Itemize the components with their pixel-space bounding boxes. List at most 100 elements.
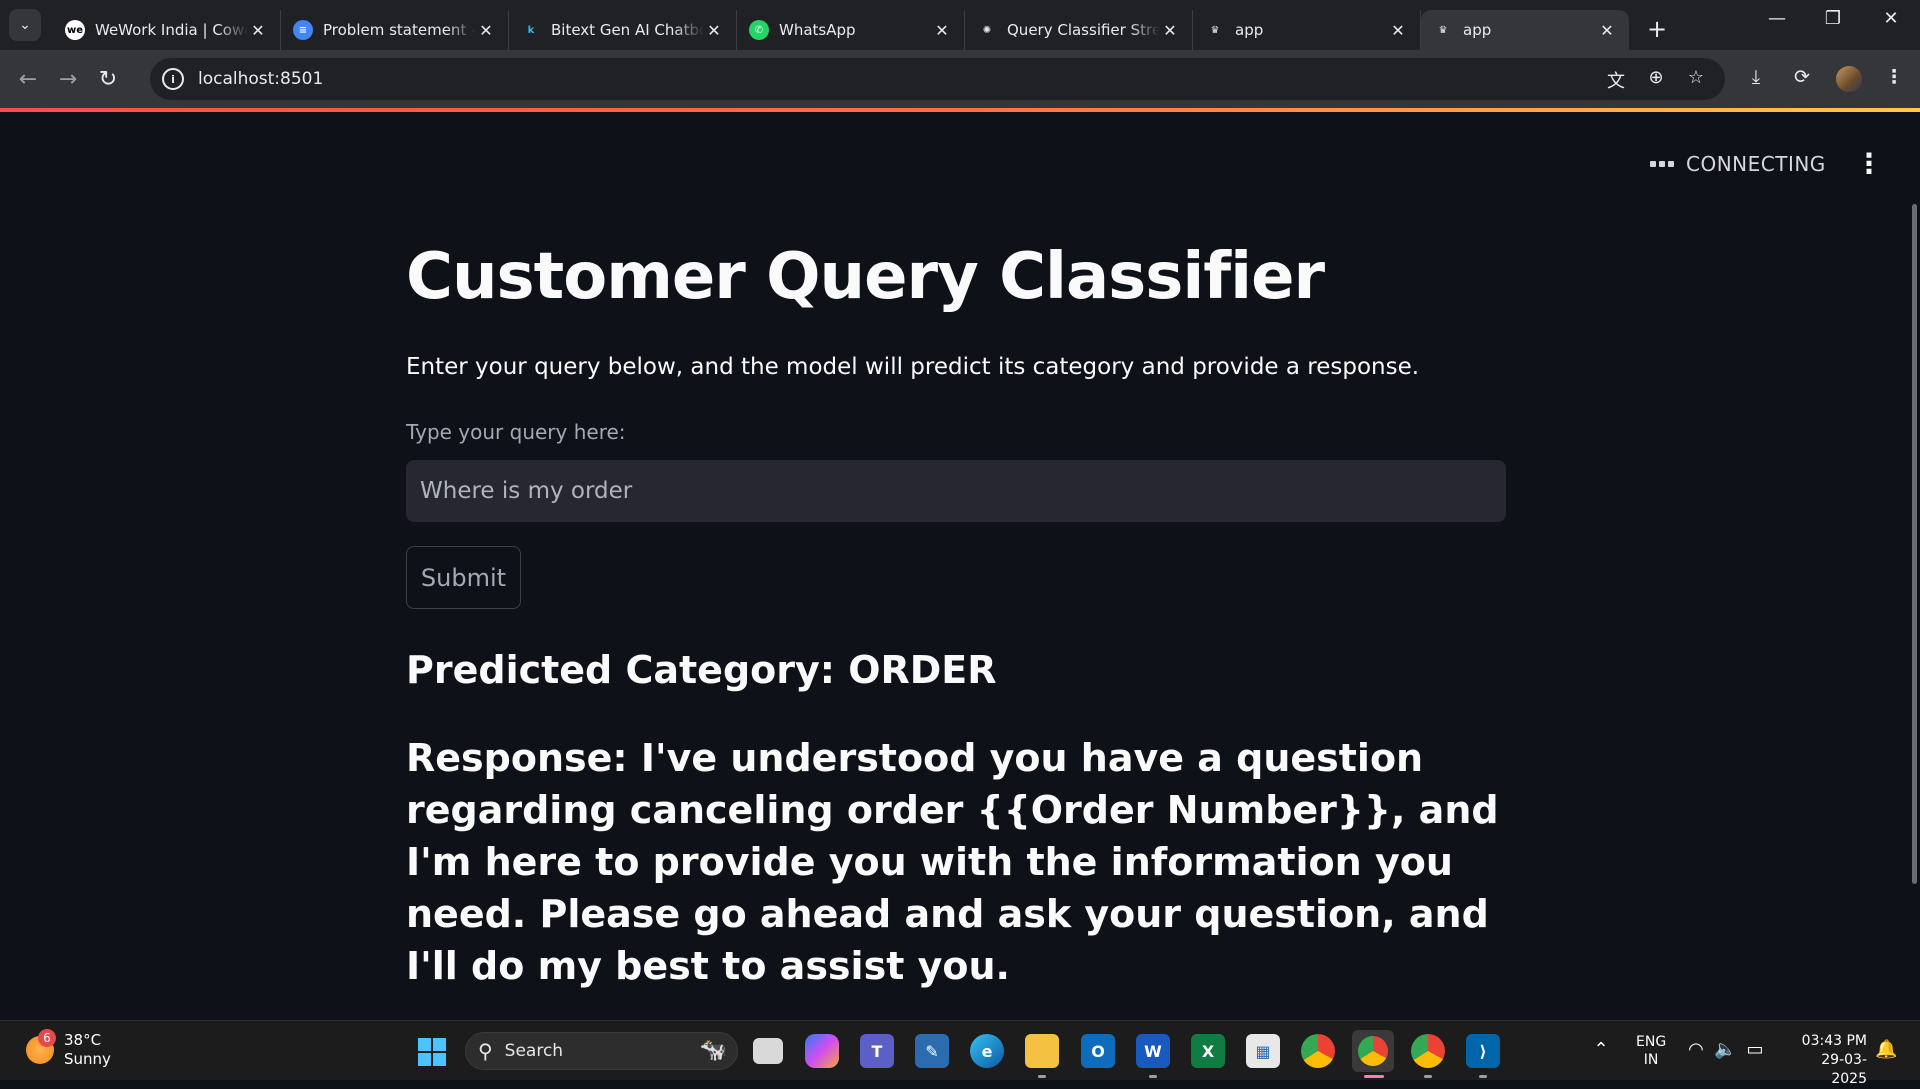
file-explorer-icon[interactable] [1025,1034,1059,1068]
input-language[interactable]: ENG IN [1636,1033,1666,1069]
taskbar-search-label: Search [504,1041,564,1061]
word-icon[interactable]: W [1136,1034,1170,1068]
tab-close-icon[interactable]: ✕ [1388,21,1408,40]
tab-close-icon[interactable]: ✕ [704,21,724,40]
tab-search-button[interactable]: ⌄ [9,9,41,41]
site-info-icon[interactable]: i [162,68,184,90]
browser-tab[interactable]: ✆ WhatsApp ✕ [737,10,965,50]
copilot-icon[interactable] [805,1034,839,1068]
start-button[interactable] [418,1038,446,1066]
volume-icon[interactable]: 🔈 [1714,1039,1736,1060]
more-options-icon[interactable]: ⋮ [1880,66,1908,88]
chevron-down-icon: ⌄ [19,17,31,33]
region-code: IN [1643,1052,1659,1068]
forward-button[interactable]: → [48,67,88,92]
browser-tab[interactable]: we WeWork India | Cowo ✕ [53,10,281,50]
battery-icon[interactable]: ▭ [1744,1039,1766,1060]
chevron-up-icon[interactable]: ⌃ [1590,1039,1612,1060]
extensions-icon[interactable]: ⟳ [1788,66,1816,88]
weather-badge: 6 [38,1029,56,1047]
minimize-icon: — [1768,8,1786,29]
zoom-icon[interactable]: ⊕ [1644,67,1668,88]
vscode-running-indicator [1479,1075,1487,1078]
streamlit-crown-icon: ♛ [1205,20,1225,40]
chrome-profile-icon [1358,1036,1388,1066]
teams-icon[interactable]: T [860,1034,894,1068]
excel-icon[interactable]: X [1191,1034,1225,1068]
file-explorer-running-indicator [1038,1075,1046,1078]
active-app-indicator [1364,1075,1384,1078]
predicted-category: Predicted Category: ORDER [406,648,997,692]
model-response: Response: I've understood you have a que… [406,736,1499,988]
microsoft-store-icon[interactable]: ▦ [1246,1034,1280,1068]
browser-tab[interactable]: ♛ app ✕ [1421,10,1629,50]
system-clock[interactable]: 03:43 PM 29-03-2025 [1787,1032,1867,1089]
plus-icon: + [1646,15,1668,43]
status-dots-icon [1650,161,1674,167]
kebab-menu-icon: ⋮ [1855,147,1883,180]
openai-icon: ✺ [977,20,997,40]
browser-tab-strip: ⌄ we WeWork India | Cowo ✕ ≡ Problem stateme… [0,0,1920,50]
chrome-profile-active-button[interactable] [1352,1030,1394,1072]
tab-title: app [1235,21,1264,39]
tab-close-icon[interactable]: ✕ [1597,21,1617,40]
browser-tab[interactable]: ≡ Problem statement - ✕ [281,10,509,50]
browser-tab[interactable]: k Bitext Gen AI Chatbo ✕ [509,10,737,50]
whatsapp-icon: ✆ [749,20,769,40]
close-window-button[interactable]: ✕ [1868,8,1914,29]
new-tab-button[interactable]: + [1643,15,1671,43]
sun-icon: 6 [26,1029,56,1064]
browser-tab[interactable]: ✺ Query Classifier Strea ✕ [965,10,1193,50]
page-description: Enter your query below, and the model wi… [406,354,1420,380]
notes-app-icon[interactable]: ✎ [915,1034,949,1068]
weather-text: 38°C Sunny [64,1031,111,1069]
download-icon[interactable]: ⤓ [1742,66,1770,88]
tab-title: Query Classifier Strea [1007,21,1160,39]
browser-toolbar: ← → ↻ i localhost:8501 文 ⊕ ☆ ⤓ ⟳ ⋮ [0,50,1920,108]
chrome-second-running-indicator [1424,1075,1432,1078]
word-running-indicator [1149,1075,1157,1078]
google-docs-icon: ≡ [293,20,313,40]
app-view: CONNECTING ⋮ Customer Query Classifier E… [0,112,1920,1020]
clock-time: 03:43 PM [1801,1033,1867,1049]
query-input[interactable] [406,460,1506,522]
submit-button[interactable]: Submit [406,546,521,609]
close-icon: ✕ [1883,8,1899,29]
address-bar[interactable]: i localhost:8501 文 ⊕ ☆ [150,58,1725,100]
outlook-icon[interactable]: O [1081,1034,1115,1068]
search-icon: ⚲ [478,1039,493,1063]
restore-icon: ❐ [1824,8,1842,29]
weather-widget[interactable]: 6 38°C Sunny [26,1029,111,1069]
page-scrollbar[interactable] [1912,204,1917,884]
chrome-second-profile-icon[interactable] [1411,1034,1445,1068]
vscode-icon[interactable]: ⟩ [1466,1034,1500,1068]
wework-icon: we [65,20,85,40]
tab-close-icon[interactable]: ✕ [248,21,268,40]
tab-close-icon[interactable]: ✕ [476,21,496,40]
query-input-label: Type your query here: [406,420,626,444]
chrome-icon[interactable] [1301,1034,1335,1068]
search-highlight-icon: 🐄 [699,1038,727,1063]
main-menu-button[interactable]: ⋮ [1855,150,1883,178]
profile-avatar[interactable] [1836,66,1862,92]
translate-icon[interactable]: 文 [1604,67,1628,93]
edge-icon[interactable]: e [970,1034,1004,1068]
reload-button[interactable]: ↻ [88,67,128,92]
wifi-icon[interactable]: ◠ [1685,1039,1707,1060]
clock-date: 29-03-2025 [1821,1052,1867,1087]
minimize-button[interactable]: — [1754,8,1800,29]
tab-close-icon[interactable]: ✕ [1160,21,1180,40]
tab-title: app [1463,21,1492,39]
back-button[interactable]: ← [8,67,48,92]
tab-close-icon[interactable]: ✕ [932,21,952,40]
browser-tab[interactable]: ♛ app ✕ [1193,10,1421,50]
notification-bell-icon[interactable]: 🔔 [1875,1039,1897,1060]
streamlit-crown-icon: ♛ [1433,20,1453,40]
restore-button[interactable]: ❐ [1810,8,1856,29]
tab-title: WhatsApp [779,21,856,39]
task-view-icon[interactable] [753,1038,783,1064]
windows-taskbar: 6 38°C Sunny ⚲ Search 🐄 T ✎ e O W X ▦ ⟩ … [0,1020,1920,1087]
address-url[interactable]: localhost:8501 [198,69,323,89]
taskbar-search[interactable]: ⚲ Search 🐄 [465,1032,738,1070]
bookmark-star-icon[interactable]: ☆ [1684,67,1708,88]
